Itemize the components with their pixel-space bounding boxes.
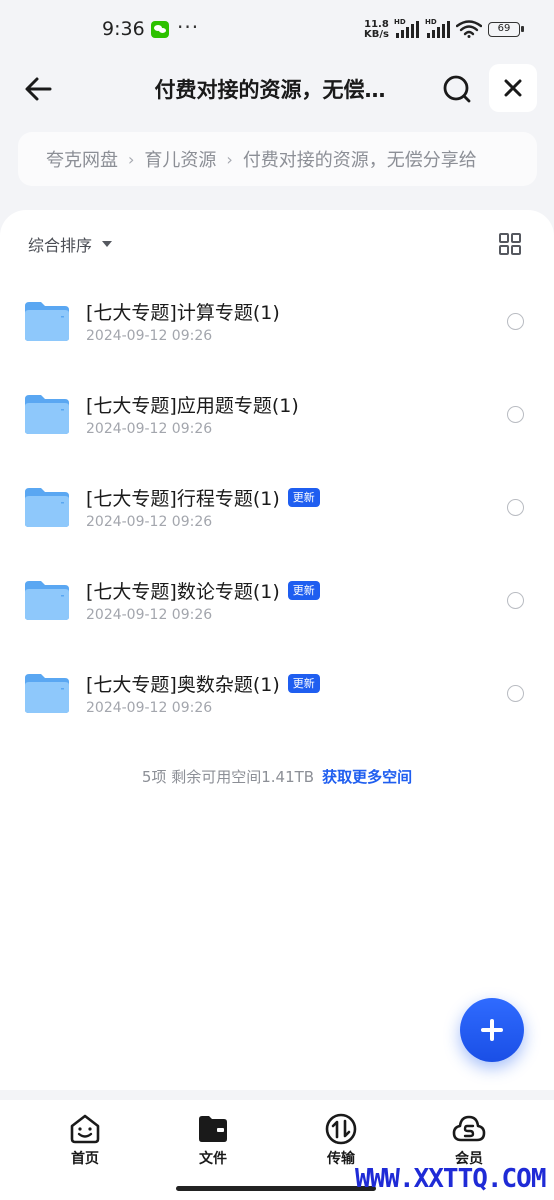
file-name: [七大专题]行程专题(1) 更新 bbox=[86, 484, 320, 511]
close-icon bbox=[504, 79, 522, 97]
select-radio[interactable] bbox=[507, 592, 524, 609]
file-name-text: [七大专题]应用题专题(1) bbox=[86, 395, 299, 417]
file-name-text: [七大专题]行程专题(1) bbox=[86, 488, 280, 510]
sort-label: 综合排序 bbox=[28, 236, 93, 255]
file-list: [七大专题]计算专题(1) 2024-09-12 09:26 [七大专题]应用题… bbox=[0, 280, 554, 745]
signal-icon bbox=[396, 20, 422, 38]
close-button[interactable] bbox=[489, 64, 537, 112]
folder-icon bbox=[25, 581, 69, 620]
file-name: [七大专题]计算专题(1) bbox=[86, 298, 280, 325]
network-speed-unit: KB/s bbox=[364, 29, 389, 40]
select-radio[interactable] bbox=[507, 685, 524, 702]
back-arrow-icon[interactable] bbox=[22, 72, 56, 106]
file-name-text: [七大专题]计算专题(1) bbox=[86, 302, 280, 324]
nav-item-transfer[interactable]: 传输 bbox=[301, 1112, 381, 1168]
add-button[interactable] bbox=[460, 998, 524, 1062]
file-date: 2024-09-12 09:26 bbox=[86, 421, 213, 437]
file-row-1[interactable]: [七大专题]应用题专题(1) 2024-09-12 09:26 bbox=[0, 373, 554, 466]
file-row-2[interactable]: [七大专题]行程专题(1) 更新 2024-09-12 09:26 bbox=[0, 466, 554, 559]
file-panel: 综合排序 [七大专题]计算专题(1) 2024-09-12 09:26 [七大专… bbox=[0, 210, 554, 1090]
network-speed: 11.8 KB/s bbox=[364, 20, 389, 40]
file-row-0[interactable]: [七大专题]计算专题(1) 2024-09-12 09:26 bbox=[0, 280, 554, 373]
home-face-icon bbox=[70, 1114, 100, 1144]
file-date: 2024-09-12 09:26 bbox=[86, 700, 213, 716]
folder-icon bbox=[25, 395, 69, 434]
folder-icon bbox=[25, 302, 69, 341]
select-radio[interactable] bbox=[507, 406, 524, 423]
watermark: WWW.XXTTQ.COM bbox=[355, 1164, 546, 1194]
file-name: [七大专题]数论专题(1) 更新 bbox=[86, 577, 320, 604]
battery-icon: 69 bbox=[488, 22, 524, 37]
wechat-notification-icon bbox=[151, 21, 169, 38]
status-time: 9:36 bbox=[102, 18, 145, 40]
nav-item-home[interactable]: 首页 bbox=[45, 1112, 125, 1168]
home-indicator[interactable] bbox=[176, 1186, 376, 1191]
storage-summary: 5项 剩余可用空间1.41TB 获取更多空间 bbox=[0, 766, 554, 787]
select-radio[interactable] bbox=[507, 499, 524, 516]
breadcrumb-item-parent[interactable]: 育儿资源 bbox=[144, 146, 216, 172]
file-date: 2024-09-12 09:26 bbox=[86, 514, 213, 530]
sort-dropdown[interactable]: 综合排序 bbox=[28, 232, 113, 256]
breadcrumb-separator: › bbox=[226, 149, 233, 169]
folder-icon bbox=[25, 488, 69, 527]
storage-summary-text: 5项 剩余可用空间1.41TB bbox=[141, 768, 315, 786]
nav-label-home: 首页 bbox=[71, 1151, 99, 1167]
breadcrumb: 夸克网盘 › 育儿资源 › 付费对接的资源，无偿分享给 bbox=[18, 132, 537, 186]
get-more-space-link[interactable]: 获取更多空间 bbox=[322, 768, 412, 786]
page-title: 付费对接的资源，无偿… bbox=[154, 78, 386, 102]
wifi-icon bbox=[456, 20, 482, 38]
breadcrumb-item-root[interactable]: 夸克网盘 bbox=[46, 146, 118, 172]
file-name: [七大专题]应用题专题(1) bbox=[86, 391, 299, 418]
more-notifications-icon: ··· bbox=[177, 15, 200, 39]
file-row-3[interactable]: [七大专题]数论专题(1) 更新 2024-09-12 09:26 bbox=[0, 559, 554, 652]
signal-icon-2 bbox=[427, 20, 453, 38]
caret-down-icon bbox=[102, 241, 113, 247]
nav-item-files[interactable]: 文件 bbox=[173, 1112, 253, 1168]
grid-view-icon[interactable] bbox=[498, 232, 522, 256]
file-name: [七大专题]奥数杂题(1) 更新 bbox=[86, 670, 320, 697]
search-icon[interactable] bbox=[440, 72, 474, 106]
update-badge: 更新 bbox=[287, 488, 320, 507]
select-radio[interactable] bbox=[507, 313, 524, 330]
status-bar: 9:36 ··· 11.8 KB/s HD HD 69 bbox=[0, 0, 554, 60]
update-badge: 更新 bbox=[287, 674, 320, 693]
update-badge: 更新 bbox=[287, 581, 320, 600]
breadcrumb-separator: › bbox=[128, 149, 135, 169]
cloud-member-icon bbox=[452, 1115, 486, 1142]
nav-item-member[interactable]: 会员 bbox=[429, 1112, 509, 1168]
folder-icon bbox=[25, 674, 69, 713]
breadcrumb-item-current[interactable]: 付费对接的资源，无偿分享给 bbox=[243, 146, 477, 172]
file-name-text: [七大专题]奥数杂题(1) bbox=[86, 674, 280, 696]
file-date: 2024-09-12 09:26 bbox=[86, 328, 213, 344]
nav-label-files: 文件 bbox=[199, 1151, 227, 1167]
file-date: 2024-09-12 09:26 bbox=[86, 607, 213, 623]
file-name-text: [七大专题]数论专题(1) bbox=[86, 581, 280, 603]
file-row-4[interactable]: [七大专题]奥数杂题(1) 更新 2024-09-12 09:26 bbox=[0, 652, 554, 745]
folder-icon bbox=[199, 1116, 227, 1142]
transfer-icon bbox=[325, 1113, 357, 1145]
